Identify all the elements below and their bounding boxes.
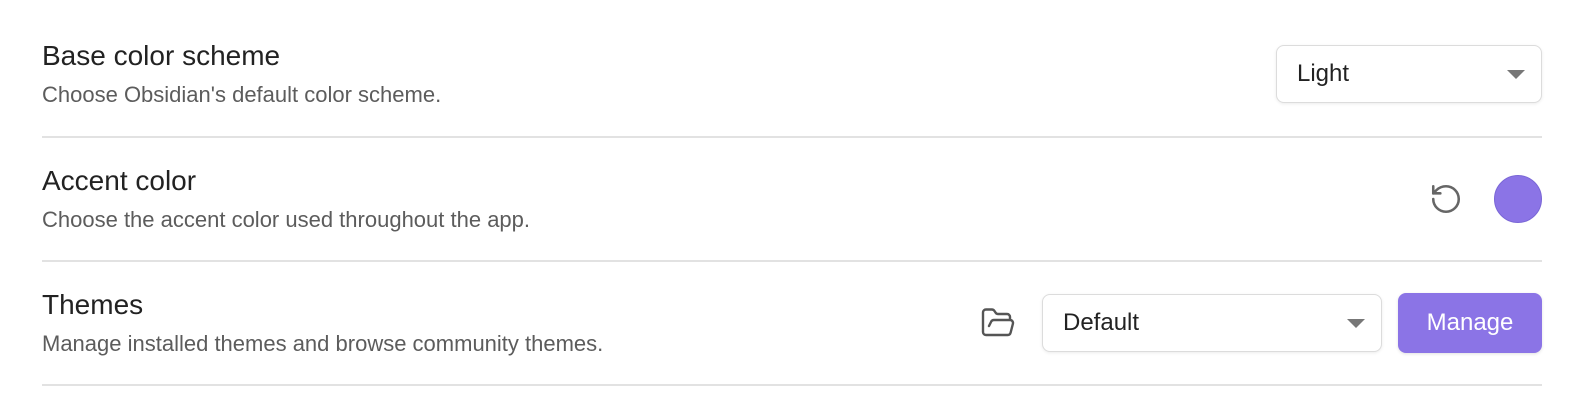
setting-name: Accent color — [42, 165, 197, 196]
setting-description: Choose the accent color used throughout … — [42, 207, 531, 232]
setting-info: Base color scheme Choose Obsidian's defa… — [42, 39, 441, 109]
setting-accent-color: Accent color Choose the accent color use… — [42, 138, 1542, 262]
manage-themes-button[interactable]: Manage — [1398, 293, 1542, 353]
appearance-settings: Base color scheme Choose Obsidian's defa… — [42, 12, 1542, 386]
setting-control — [1424, 175, 1542, 223]
accent-color-swatch[interactable] — [1494, 175, 1542, 223]
setting-control: Default Manage — [976, 293, 1542, 353]
setting-control: Light — [1276, 45, 1542, 103]
setting-name: Base color scheme — [42, 40, 281, 71]
setting-info: Themes Manage installed themes and brows… — [42, 288, 603, 358]
chevron-down-icon — [1347, 319, 1365, 328]
setting-base-color-scheme: Base color scheme Choose Obsidian's defa… — [42, 12, 1542, 138]
dropdown-value: Default — [1063, 309, 1140, 336]
setting-description: Choose Obsidian's default color scheme. — [42, 82, 442, 107]
theme-dropdown[interactable]: Default — [1042, 294, 1382, 352]
color-scheme-dropdown[interactable]: Light — [1276, 45, 1542, 103]
setting-description: Manage installed themes and browse commu… — [42, 331, 604, 356]
reset-icon[interactable] — [1424, 177, 1468, 221]
setting-name: Themes — [42, 289, 144, 320]
folder-open-icon[interactable] — [976, 301, 1020, 345]
chevron-down-icon — [1507, 70, 1525, 79]
dropdown-value: Light — [1297, 60, 1350, 87]
setting-info: Accent color Choose the accent color use… — [42, 164, 530, 234]
setting-themes: Themes Manage installed themes and brows… — [42, 262, 1542, 386]
